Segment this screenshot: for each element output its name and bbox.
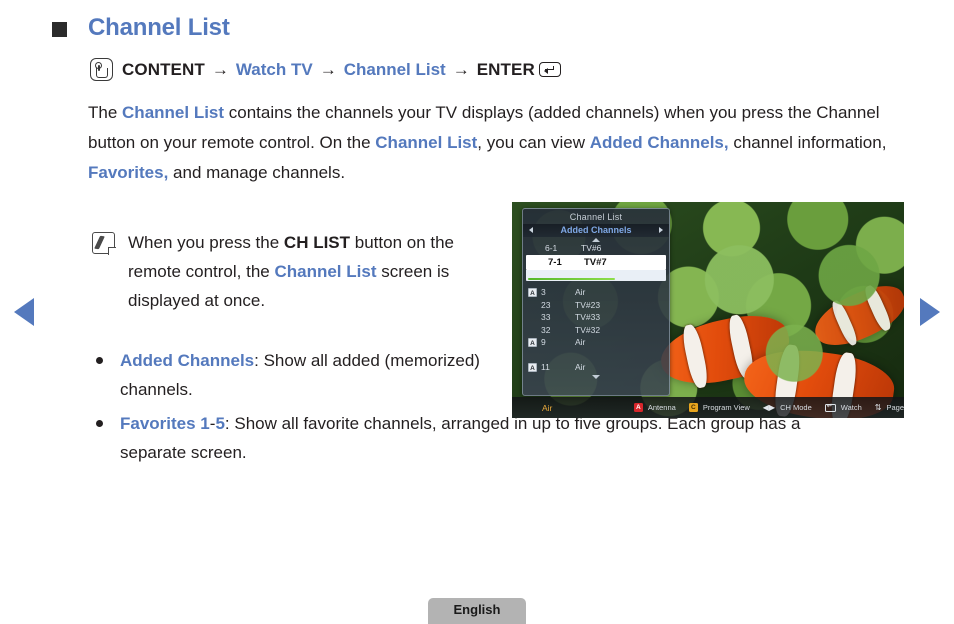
antenna-badge: A (528, 362, 537, 372)
prev-page-arrow-icon[interactable] (14, 298, 34, 326)
channel-list-category-bar[interactable]: Added Channels (523, 224, 669, 237)
para-highlight-favorites: Favorites, (88, 163, 169, 182)
language-tab[interactable]: English (428, 598, 526, 624)
channel-number: 32 (541, 324, 551, 335)
antenna-badge: A (528, 337, 537, 347)
note-text: When you press the CH LIST button on the… (128, 228, 492, 315)
antenna-badge (528, 300, 537, 309)
body-paragraph: The Channel List contains the channels y… (88, 98, 908, 188)
channel-name: TV#23 (575, 299, 601, 310)
list-item: Added Channels: Show all added (memorize… (96, 346, 496, 404)
channel-name: TV#7 (584, 257, 607, 268)
key-hint-program-view: Program View (702, 403, 750, 412)
para-text: The (88, 103, 123, 122)
channel-row[interactable]: A 9 Air (528, 336, 669, 349)
note-part-ch-list: CH LIST (283, 233, 351, 252)
channel-list-title: Channel List (569, 212, 623, 222)
section-marker-icon (52, 22, 67, 37)
channel-list-rows: A 3 Air 23 TV#23 33 TV#33 32 TV#32 A 9 A… (523, 286, 669, 374)
antenna-badge (528, 350, 537, 359)
note-part-channel-list: Channel List (274, 262, 377, 281)
bullet-dot-icon (96, 357, 103, 364)
breadcrumb-step-content[interactable]: CONTENT (122, 60, 205, 80)
channel-number: 23 (541, 299, 551, 310)
enter-key-icon (824, 402, 836, 412)
note-pencil-icon (92, 232, 116, 255)
channel-row[interactable]: A 3 Air (528, 286, 669, 299)
channel-number: 9 (541, 337, 546, 348)
bullet-term-added-channels: Added Channels (120, 351, 255, 370)
program-progress-fill (528, 277, 615, 280)
note-block: When you press the CH LIST button on the… (92, 228, 492, 315)
key-hint-antenna: Antenna (647, 403, 676, 412)
key-hint-watch: Watch (840, 403, 862, 412)
left-right-arrows-icon: ◀▶ (762, 403, 776, 412)
channel-name: TV#32 (575, 324, 601, 335)
content-button-icon (90, 58, 113, 81)
breadcrumb-step-watch-tv[interactable]: Watch TV (236, 60, 313, 80)
channel-row[interactable]: 23 TV#23 (528, 299, 669, 312)
key-hint-ch-mode: CH Mode (780, 403, 812, 412)
channel-row[interactable]: 33 TV#33 (528, 311, 669, 324)
channel-number: 6-1 (545, 243, 558, 253)
antenna-badge (528, 325, 537, 334)
para-highlight-added-channels: Added Channels, (589, 133, 729, 152)
key-hint-page: Page (886, 403, 904, 412)
para-text: , you can view (477, 133, 590, 152)
breadcrumb-separator: → (319, 59, 337, 79)
manual-page: Channel List CONTENT → Watch TV → Channe… (0, 0, 954, 624)
scroll-down-caret-icon[interactable] (592, 374, 600, 379)
bullet-term-favorites-end: 5 (215, 414, 225, 433)
channel-number: 3 (541, 287, 546, 298)
para-highlight-channel-list: Channel List (122, 103, 225, 122)
program-progress-track (526, 270, 666, 281)
channel-name: Air (575, 337, 586, 348)
antenna-badge (528, 313, 537, 322)
next-page-arrow-icon[interactable] (920, 298, 940, 326)
channel-name: Air (575, 362, 586, 373)
channel-row[interactable]: 32 TV#32 (528, 324, 669, 337)
current-source-label: Air (542, 402, 553, 413)
yellow-key-badge[interactable]: C (688, 403, 698, 412)
channel-row-selected[interactable]: 7-1 TV#7 (526, 255, 666, 270)
para-text: channel information, (728, 133, 887, 152)
para-text: and manage channels. (168, 163, 346, 182)
bullet-dot-icon (96, 420, 103, 427)
breadcrumb-step-enter[interactable]: ENTER (477, 60, 535, 80)
breadcrumb-step-channel-list[interactable]: Channel List (344, 60, 446, 80)
channel-row-empty[interactable] (528, 349, 669, 362)
tv-key-hints: A Antenna C Program View ◀▶ CH Mode Watch ⇅… (633, 402, 904, 412)
tv-status-bar: Air A Antenna C Program View ◀▶ CH Mode Wat… (512, 397, 904, 418)
channel-list-panel: Channel List Added Channels 6-1 TV#6 7-1… (522, 208, 670, 396)
channel-list-category-label: Added Channels (560, 225, 632, 235)
bullet-term-favorites: Favorites 1 (120, 414, 210, 433)
next-category-arrow-icon[interactable] (659, 227, 663, 233)
breadcrumb-separator: → (452, 59, 470, 79)
channel-row[interactable]: A 11 Air (528, 361, 669, 374)
prev-category-arrow-icon[interactable] (529, 227, 533, 233)
channel-number: 7-1 (548, 257, 562, 268)
breadcrumb-separator: → (211, 59, 229, 79)
enter-key-icon (538, 62, 561, 77)
page-title: Channel List (88, 14, 230, 41)
channel-name: Air (575, 287, 586, 298)
note-part: When you press the (128, 233, 284, 252)
bullet-text: Added Channels: Show all added (memorize… (120, 346, 496, 404)
channel-number: 33 (541, 312, 551, 323)
para-highlight-channel-list-2: Channel List (375, 133, 478, 152)
channel-row[interactable]: 6-1 TV#6 (523, 242, 669, 254)
antenna-badge: A (528, 287, 537, 297)
up-down-arrows-icon: ⇅ (874, 403, 882, 412)
channel-name: TV#6 (581, 243, 602, 253)
breadcrumb: CONTENT → Watch TV → Channel List → ENTE… (90, 58, 561, 81)
red-key-badge[interactable]: A (633, 403, 643, 412)
channel-number: 11 (541, 362, 550, 373)
tv-screenshot: Channel List Added Channels 6-1 TV#6 7-1… (512, 202, 904, 418)
channel-name: TV#33 (575, 312, 601, 323)
